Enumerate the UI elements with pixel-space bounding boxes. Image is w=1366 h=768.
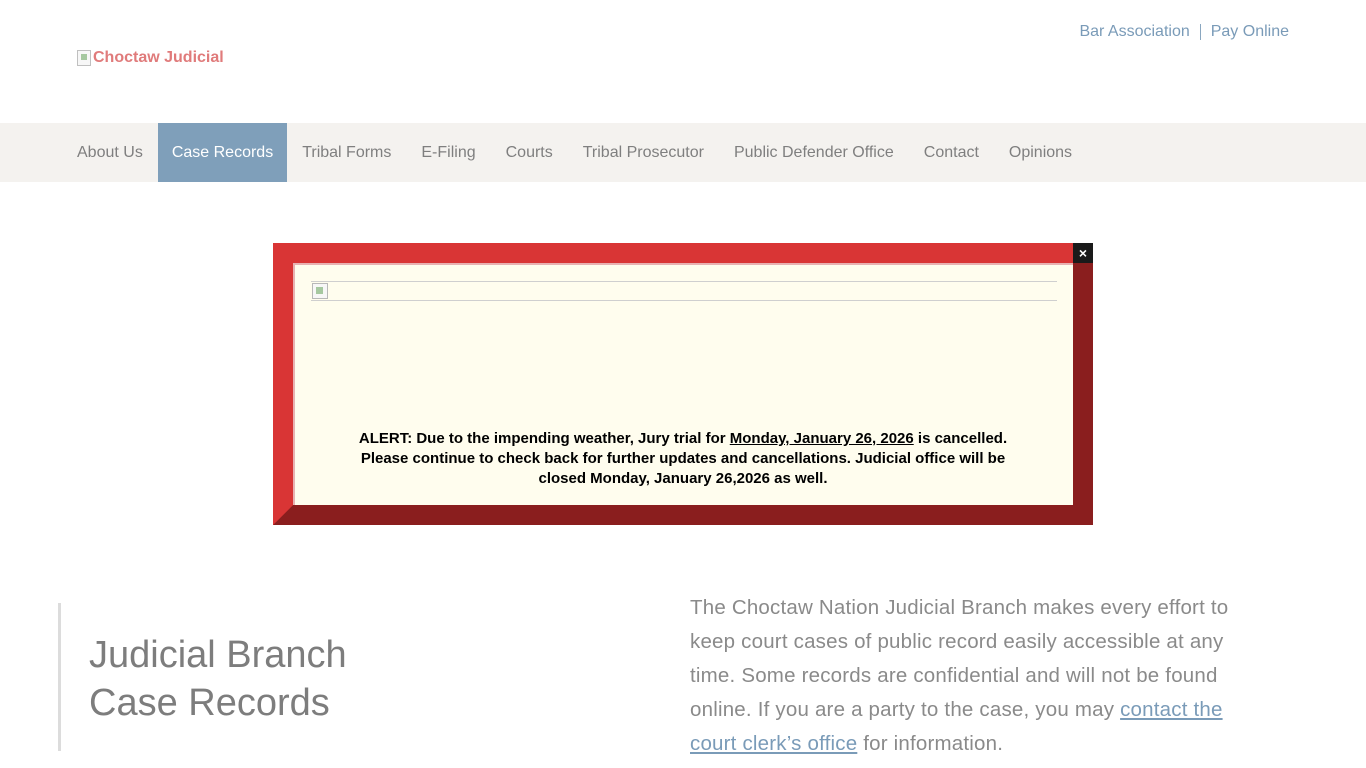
alert-frame-shadow-bottom <box>273 505 1093 525</box>
close-icon[interactable]: × <box>1073 243 1093 263</box>
alert-image-placeholder <box>311 281 1057 301</box>
alert-date-link[interactable]: Monday, January 26, 2026 <box>730 430 914 447</box>
nav-item-courts[interactable]: Courts <box>491 123 568 182</box>
utility-link-divider <box>1199 24 1201 40</box>
nav-item-about-us[interactable]: About Us <box>62 123 158 182</box>
nav-item-contact[interactable]: Contact <box>909 123 994 182</box>
nav-item-case-records[interactable]: Case Records <box>157 123 288 182</box>
broken-image-icon <box>312 283 328 299</box>
nav-item-e-filing[interactable]: E-Filing <box>406 123 490 182</box>
intro-text-end: for information. <box>857 732 1004 755</box>
page-title-line1: Judicial Branch <box>89 634 347 676</box>
main-nav: About Us Case Records Tribal Forms E-Fil… <box>0 123 1366 182</box>
page-title-block: Judicial Branch Case Records <box>58 603 358 751</box>
alert-message: ALERT: Due to the impending weather, Jur… <box>295 429 1071 489</box>
pay-online-link[interactable]: Pay Online <box>1211 23 1289 41</box>
site-header: Choctaw Judicial Bar Association Pay Onl… <box>0 0 1366 123</box>
page-title-line2: Case Records <box>89 682 330 724</box>
nav-item-public-defender-office[interactable]: Public Defender Office <box>719 123 909 182</box>
nav-item-tribal-forms[interactable]: Tribal Forms <box>287 123 406 182</box>
page-title: Judicial Branch Case Records <box>89 631 347 727</box>
alert-frame-shadow-right <box>1073 243 1093 525</box>
logo-alt-text: Choctaw Judicial <box>93 49 224 66</box>
nav-item-opinions[interactable]: Opinions <box>994 123 1087 182</box>
site-logo[interactable]: Choctaw Judicial <box>77 49 224 67</box>
intro-paragraph: The Choctaw Nation Judicial Branch makes… <box>690 591 1270 761</box>
alert-content: ALERT: Due to the impending weather, Jur… <box>293 263 1073 505</box>
bar-association-link[interactable]: Bar Association <box>1079 23 1189 41</box>
alert-text-part1: ALERT: Due to the impending weather, Jur… <box>358 430 730 447</box>
nav-item-tribal-prosecutor[interactable]: Tribal Prosecutor <box>568 123 719 182</box>
alert-popup: × ALERT: Due to the impending weather, J… <box>273 243 1093 525</box>
broken-image-icon <box>77 50 91 66</box>
utility-links: Bar Association Pay Online <box>1079 23 1289 41</box>
